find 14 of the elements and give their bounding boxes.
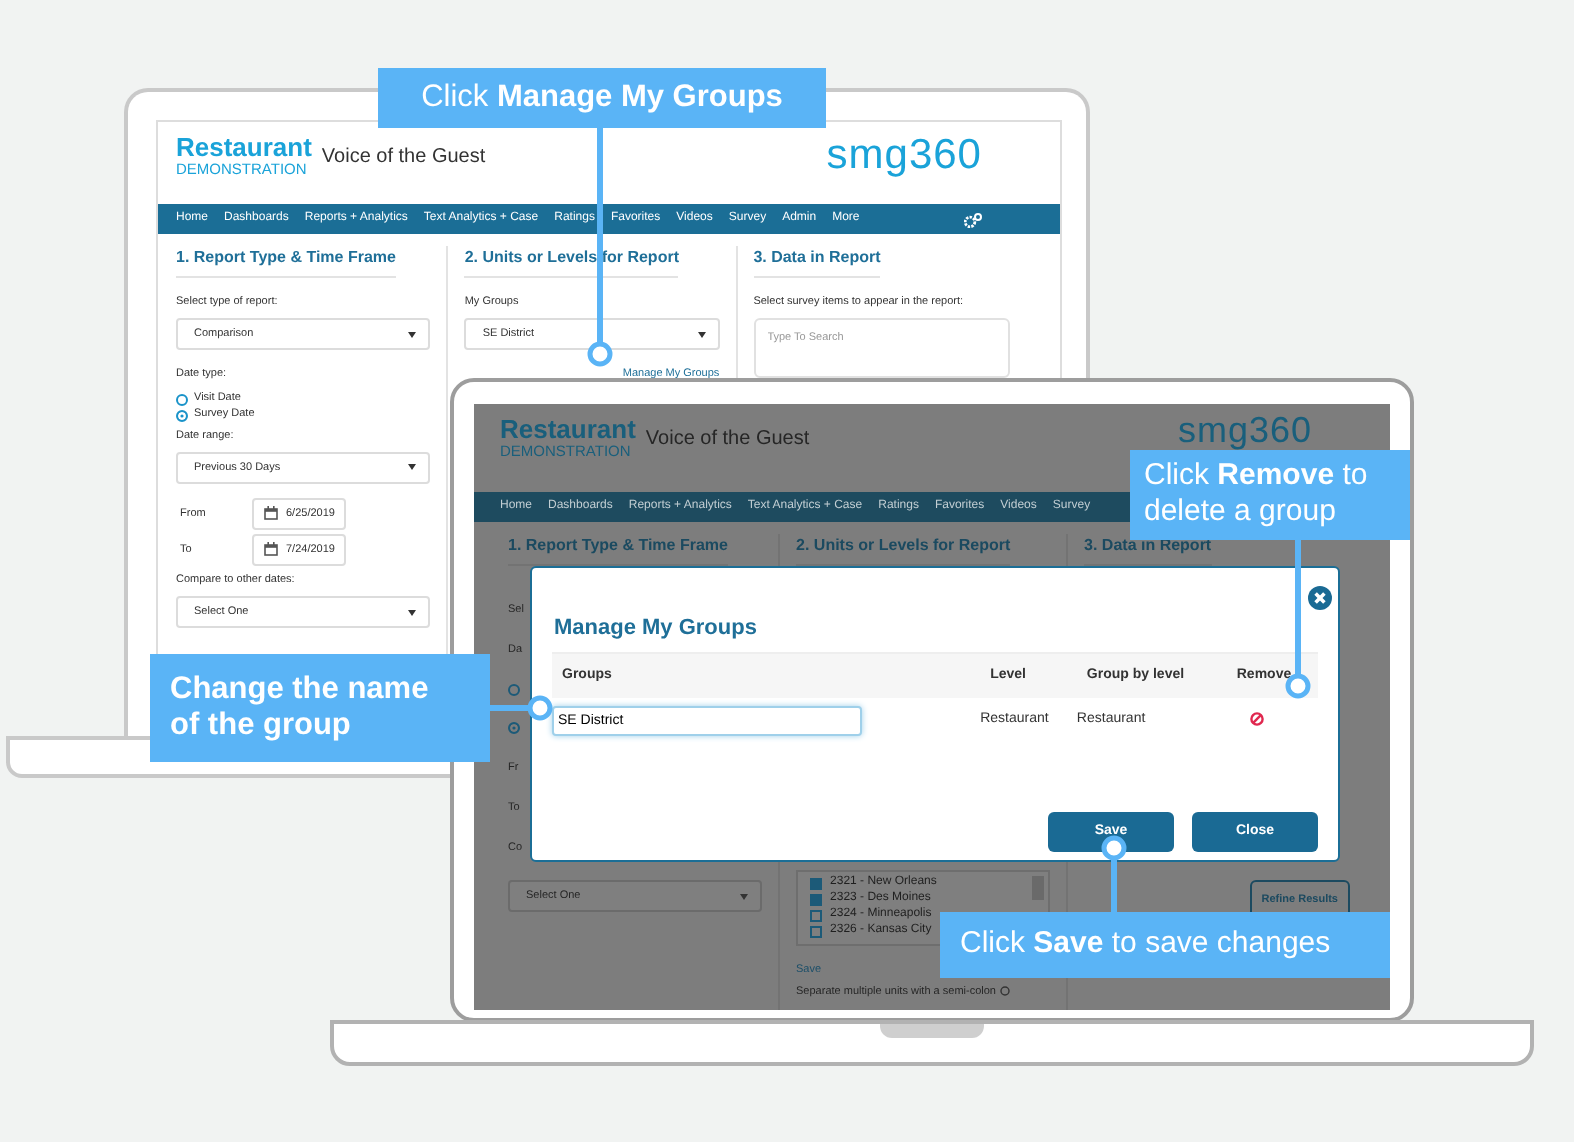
brand-name: Restaurant [500, 416, 636, 442]
callout-text: Click Save to save changes [940, 912, 1390, 978]
callout-text: Click Manage My Groups [378, 68, 826, 128]
logo: smg360 [826, 134, 982, 178]
section-heading: 2. Units or Levels for Report [464, 246, 679, 278]
section-heading: 3. Data in Report [753, 246, 881, 278]
callout-text: Change the name of the group [150, 654, 490, 762]
callout-text: Click Remove to delete a group [1130, 450, 1410, 540]
app-title: Voice of the Guest [645, 426, 810, 454]
logo: smg360 [1177, 412, 1312, 450]
app-title: Voice of the Guest [321, 144, 486, 172]
modal-title: Manage My Groups [554, 614, 759, 644]
section-heading: 1. Report Type & Time Frame [176, 246, 396, 278]
brand-name: Restaurant [176, 134, 312, 160]
